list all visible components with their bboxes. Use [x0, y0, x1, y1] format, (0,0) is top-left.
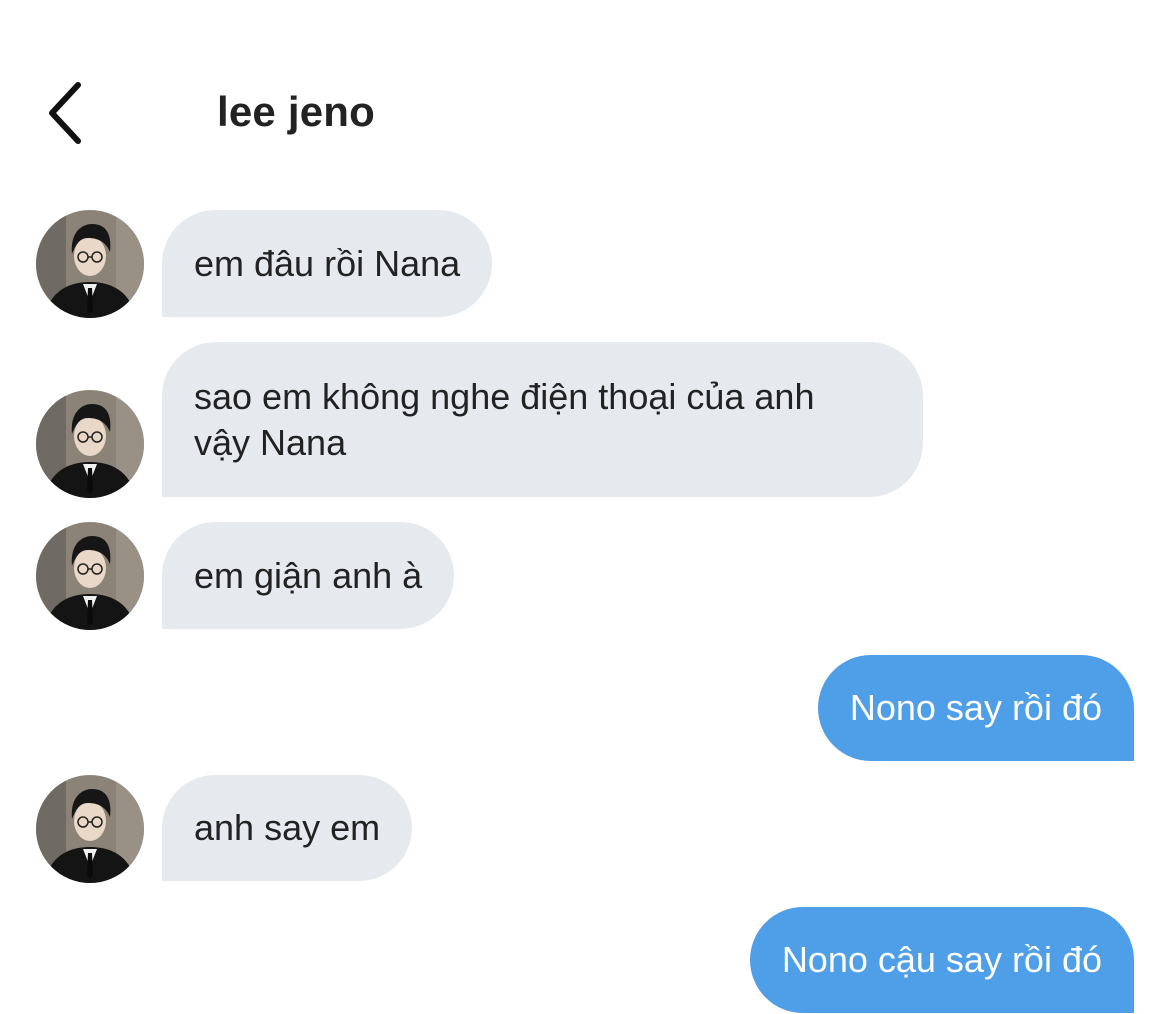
- avatar-photo-icon: [36, 522, 144, 630]
- chat-header: lee jeno: [0, 70, 1169, 150]
- incoming-message-bubble[interactable]: em đâu rồi Nana: [162, 210, 493, 317]
- message-text: em giận anh à: [194, 554, 423, 596]
- message-text: sao em không nghe điện thoại của anh vậy…: [194, 375, 815, 463]
- chevron-left-icon: [49, 82, 81, 144]
- message-text: Nono cậu say rồi đó: [781, 939, 1102, 980]
- avatar-photo-icon: [36, 390, 144, 498]
- message-text: Nono say rồi đó: [849, 687, 1102, 728]
- chat-title: lee jeno: [217, 88, 375, 135]
- avatar[interactable]: [36, 390, 144, 498]
- outgoing-message-bubble[interactable]: Nono say rồi đó: [817, 655, 1134, 761]
- avatar[interactable]: [36, 522, 144, 630]
- avatar-photo-icon: [36, 210, 144, 318]
- avatar[interactable]: [36, 210, 144, 318]
- message-text: em đâu rồi Nana: [194, 242, 461, 284]
- avatar[interactable]: [36, 775, 144, 883]
- message-text: anh say em: [194, 807, 381, 848]
- avatar-photo-icon: [36, 775, 144, 883]
- outgoing-message-bubble[interactable]: Nono cậu say rồi đó: [749, 907, 1134, 1013]
- incoming-message-bubble[interactable]: anh say em: [162, 775, 413, 881]
- back-button[interactable]: [36, 78, 96, 148]
- incoming-message-bubble[interactable]: sao em không nghe điện thoại của anh vậy…: [162, 342, 923, 497]
- incoming-message-bubble[interactable]: em giận anh à: [162, 522, 455, 629]
